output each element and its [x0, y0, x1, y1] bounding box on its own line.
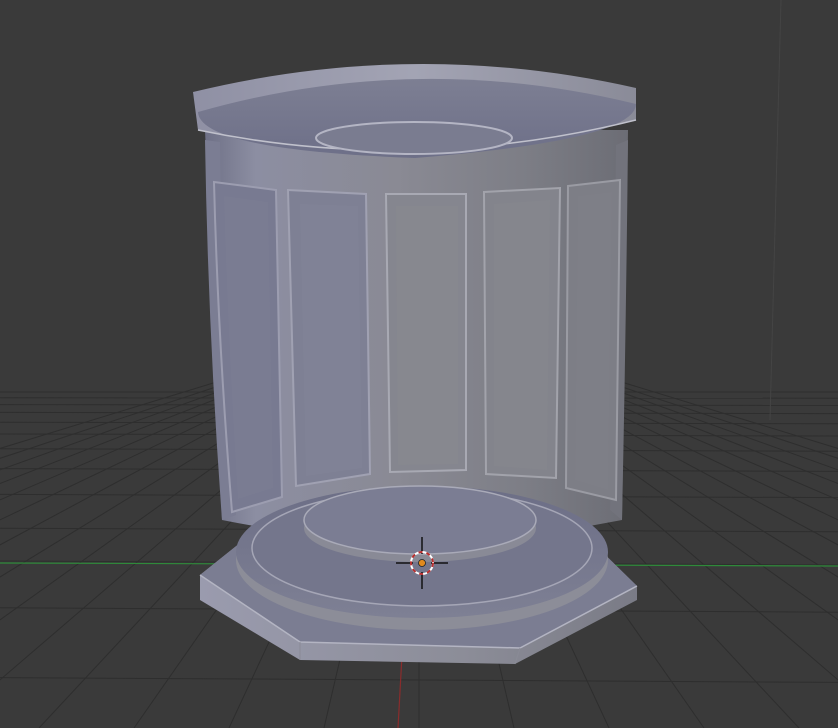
lid-top-recess: [315, 121, 513, 155]
viewport-scene[interactable]: [0, 0, 838, 728]
grid-line: [614, 379, 838, 449]
floor-disc: [236, 485, 608, 630]
origin-dot: [418, 559, 426, 567]
z-axis-ghost-line: [769, 0, 782, 421]
pillar-shrine-model[interactable]: [193, 63, 638, 665]
3d-viewport[interactable]: [0, 0, 838, 728]
grid-line: [0, 379, 224, 449]
